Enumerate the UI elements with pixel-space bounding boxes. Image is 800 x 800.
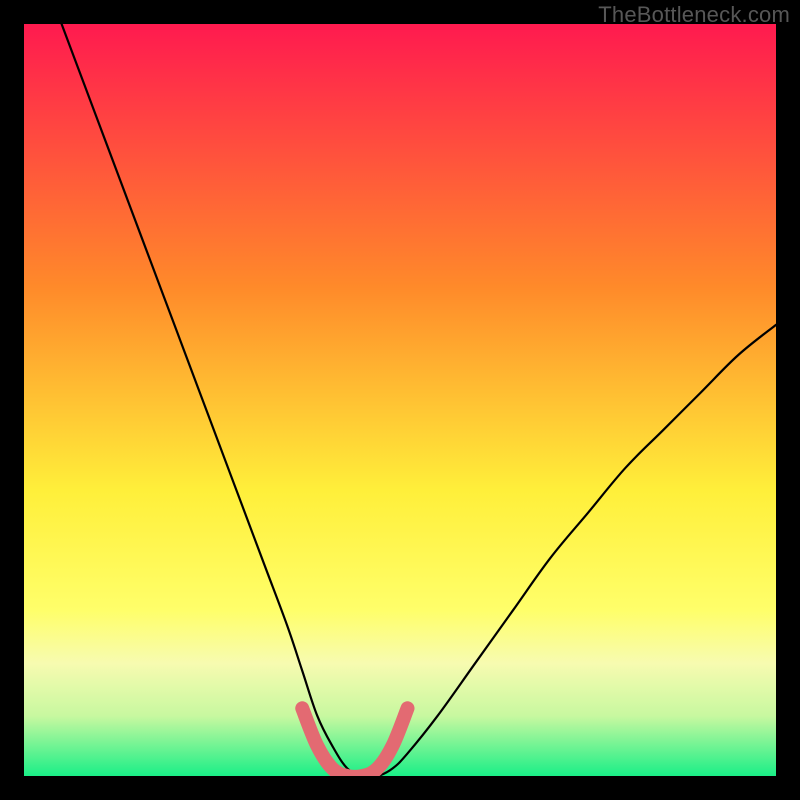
outer-frame: TheBottleneck.com: [0, 0, 800, 800]
chart-background-gradient: [24, 24, 776, 776]
bottleneck-chart: [24, 24, 776, 776]
